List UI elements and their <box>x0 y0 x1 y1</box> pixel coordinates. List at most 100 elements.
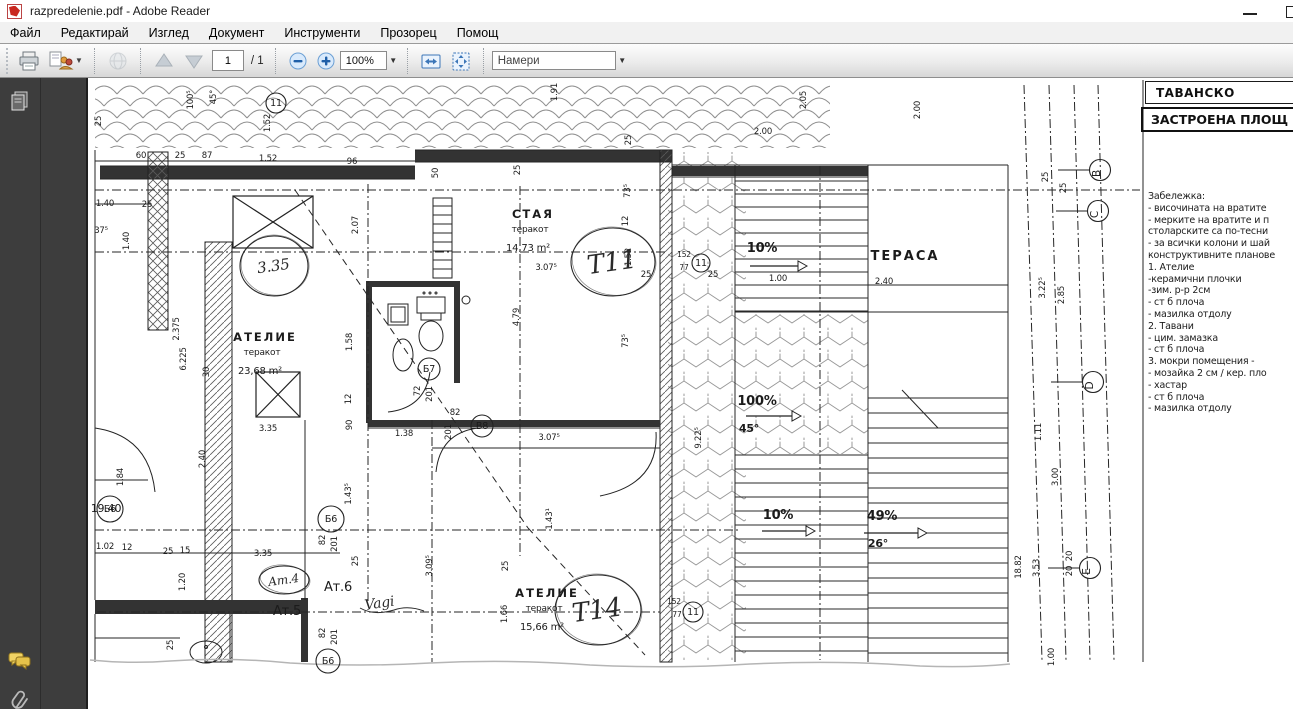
dimension-label: 60 <box>136 151 146 161</box>
dimension-label: 72 <box>413 386 423 396</box>
dimension-label: 2.40 <box>875 277 893 287</box>
zoom-level-value[interactable]: 100% <box>340 51 387 70</box>
dimension-label: 2.05 <box>799 91 809 109</box>
menu-item-help[interactable]: Помощ <box>447 26 509 40</box>
zoom-out-button[interactable] <box>284 46 312 76</box>
dimension-label: 2.40 <box>198 450 208 468</box>
dimension-label: 2.00 <box>754 127 772 137</box>
room-finish-label: теракот <box>512 225 549 235</box>
titleblock-row: ТАВАНСКО 5,6 <box>1145 81 1293 104</box>
previous-page-button[interactable] <box>149 46 179 76</box>
print-button[interactable] <box>14 46 44 76</box>
dimension-label: 12 <box>344 394 354 404</box>
menu-item-window[interactable]: Прозорец <box>370 26 446 40</box>
note-line: 2. Тавани <box>1148 321 1293 333</box>
dimension-label: 30 <box>202 367 212 377</box>
dimension-label: 3.07⁵ <box>538 433 559 443</box>
dimension-label: 1.02 <box>96 542 114 552</box>
grid-axis-label: C <box>1089 211 1101 218</box>
note-line: - ст б плоча <box>1148 344 1293 356</box>
room-label: АТЕЛИЕ <box>233 330 297 344</box>
note-line: -керамични плочки <box>1148 274 1293 286</box>
dimension-label: 77 <box>672 610 682 619</box>
page-number-input[interactable] <box>212 50 244 71</box>
titleblock-row: ЗАСТРОЕНА ПЛОЩ ЕТ <box>1141 107 1293 132</box>
page-up-icon <box>153 51 175 71</box>
note-line: - хастар <box>1148 380 1293 392</box>
reference-circle-label: 11 <box>695 258 707 269</box>
menu-item-tools[interactable]: Инструменти <box>274 26 370 40</box>
page-total-label: / 1 <box>251 55 264 67</box>
slope-arrowhead <box>918 528 927 538</box>
minimize-button[interactable] <box>1243 13 1257 15</box>
reference-circle-label: 11 <box>270 98 282 109</box>
titleblock-row1-label: ТАВАНСКО <box>1156 86 1235 100</box>
dimension-label: 1.52 <box>263 114 273 132</box>
slope-label: 10% <box>763 508 794 523</box>
printer-icon <box>18 51 40 71</box>
next-page-button[interactable] <box>179 46 209 76</box>
dimension-label: 1.43¹ <box>545 508 555 529</box>
menu-item-file[interactable]: Файл <box>0 26 51 40</box>
zoom-in-icon <box>316 51 336 71</box>
zoom-in-button[interactable] <box>312 46 340 76</box>
grid-axis-label: B <box>1091 170 1103 177</box>
comments-icon[interactable] <box>7 648 33 674</box>
toolbar-separator <box>94 48 96 74</box>
dimension-label: 1.20 <box>178 573 188 591</box>
reference-circle-label: Б6 <box>322 656 334 667</box>
slope-arrowhead <box>806 526 815 536</box>
window-title: razpredelenie.pdf - Adobe Reader <box>30 4 210 18</box>
dimension-label: 25 <box>708 270 718 280</box>
export-button[interactable] <box>103 46 133 76</box>
menu-item-view[interactable]: Изглед <box>139 26 199 40</box>
dimension-label: 37⁵ <box>94 226 108 236</box>
dimension-label: 2.07 <box>351 216 361 234</box>
dimension-label: 3.35 <box>254 549 272 559</box>
email-share-button[interactable]: ▼ <box>44 46 87 76</box>
dimension-label: 25 <box>142 200 152 210</box>
email-share-icon <box>48 51 74 71</box>
fit-width-button[interactable] <box>416 46 446 76</box>
dimension-label: 87 <box>202 151 212 161</box>
attachments-icon[interactable] <box>7 686 33 712</box>
dimension-label: 1.38 <box>395 429 413 439</box>
dimension-label: 9.22⁵ <box>694 427 704 448</box>
note-line: - ст б плоча <box>1148 392 1293 404</box>
handwritten-note: Т14 <box>570 592 624 629</box>
titleblock-table: ТАВАНСКО 5,6 ЗАСТРОЕНА ПЛОЩ ЕТ <box>1145 81 1293 132</box>
dimension-label: 152 <box>667 597 681 606</box>
note-line: - мазилка отдолу <box>1148 309 1293 321</box>
dimension-label: 100⁵ <box>186 91 196 110</box>
room-area-label: 23,68 m² <box>238 366 282 377</box>
adobe-reader-window: { "window": {"title": "razpredelenie.pdf… <box>0 0 1293 709</box>
menu-item-edit[interactable]: Редактирай <box>51 26 139 40</box>
dimension-label: 20 <box>1065 566 1075 576</box>
dimension-label: 25 <box>501 561 511 571</box>
menu-item-document[interactable]: Документ <box>199 26 274 40</box>
page-thumbnails-icon[interactable] <box>7 88 33 114</box>
note-line: 1. Ателие <box>1148 262 1293 274</box>
maximize-button[interactable] <box>1286 6 1293 18</box>
dimension-label: 82 <box>450 408 460 418</box>
dimension-label: 25 <box>624 135 634 145</box>
toolbar: ▼ / 1 100% ▼ <box>0 44 1293 78</box>
title-bar[interactable]: razpredelenie.pdf - Adobe Reader <box>0 0 1293 22</box>
reference-circle-label: 11 <box>687 607 699 618</box>
find-input[interactable] <box>492 51 616 70</box>
dimension-label: 73⁵ <box>623 184 633 198</box>
zoom-dropdown-caret[interactable]: ▼ <box>387 51 400 70</box>
share-dropdown-caret[interactable]: ▼ <box>75 56 83 65</box>
pdf-page-canvas[interactable]: 251.4037⁵6025871.5296251.40100⁵45°1.522.… <box>88 78 1293 709</box>
door-arcs <box>95 372 656 496</box>
menu-bar: Файл Редактирай Изглед Документ Инструме… <box>0 22 1293 44</box>
dimension-label: 25 <box>1059 183 1069 193</box>
dimension-label: 201 <box>444 424 454 440</box>
fit-width-icon <box>420 51 442 71</box>
fit-page-button[interactable] <box>446 46 476 76</box>
dimension-label: 18.82 <box>1014 555 1024 578</box>
find-dropdown-caret[interactable]: ▼ <box>616 51 629 70</box>
export-globe-icon <box>107 51 129 71</box>
fit-page-icon <box>450 51 472 71</box>
note-line: 3. мокри помещения - <box>1148 356 1293 368</box>
